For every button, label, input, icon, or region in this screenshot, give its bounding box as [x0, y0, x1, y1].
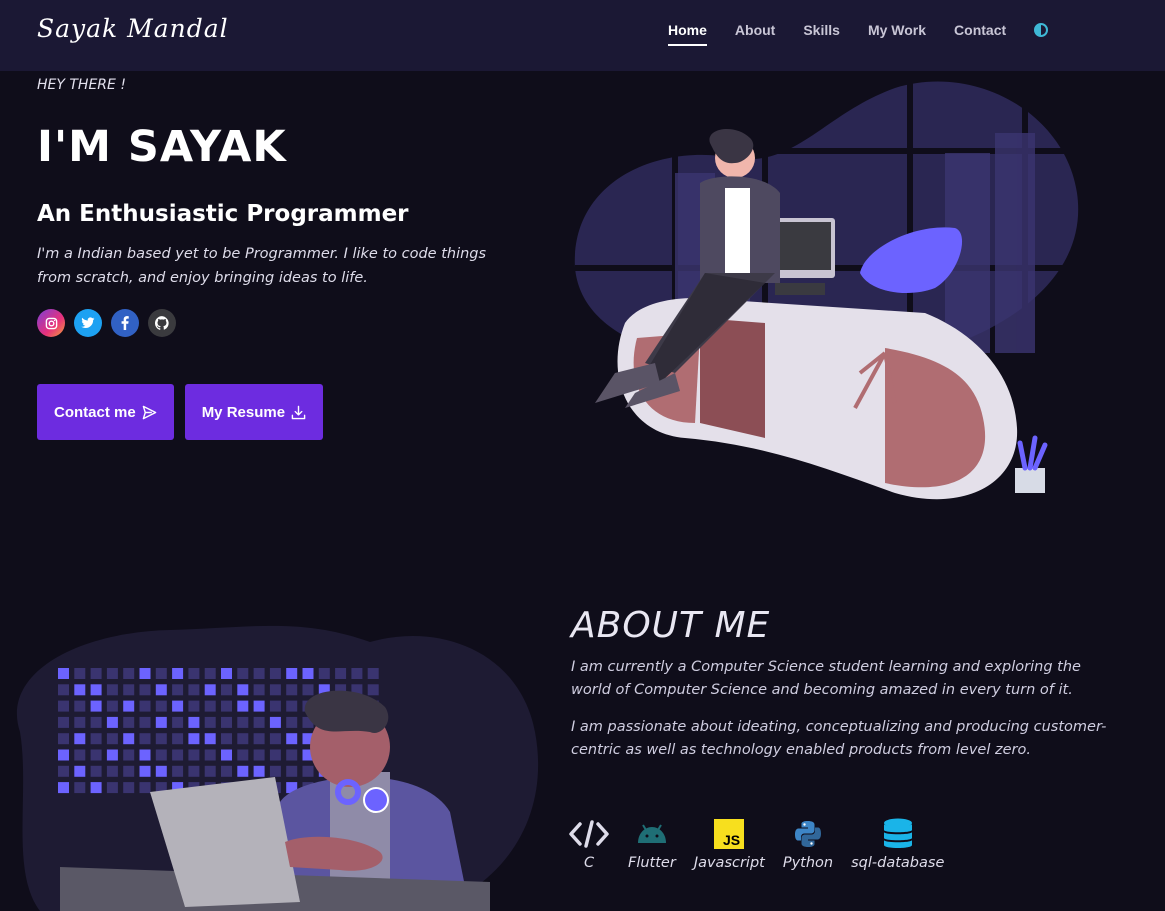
hero-illustration — [574, 73, 1080, 500]
skill-label: Python — [782, 855, 834, 871]
skill-c: C — [568, 818, 610, 871]
hero-buttons: Contact me My Resume — [37, 384, 334, 440]
my-resume-label: My Resume — [201, 403, 286, 421]
contact-me-label: Contact me — [54, 403, 136, 421]
github-icon[interactable] — [148, 309, 176, 337]
about-paragraph-1: I am currently a Computer Science studen… — [571, 659, 1081, 698]
skill-label: Flutter — [628, 855, 676, 871]
database-icon — [883, 818, 913, 850]
facebook-icon[interactable] — [111, 309, 139, 337]
python-icon — [793, 818, 823, 850]
skills-list: C Flutter JS Javascript Python sql-datab… — [568, 818, 962, 871]
hero-description: I'm a Indian based yet to be Programmer.… — [37, 246, 487, 286]
skill-javascript: JS Javascript — [694, 818, 765, 871]
javascript-icon: JS — [714, 818, 745, 850]
nav-my-work[interactable]: My Work — [868, 22, 926, 44]
theme-toggle-icon[interactable] — [1034, 23, 1049, 37]
nav-about[interactable]: About — [735, 22, 775, 44]
skill-flutter: Flutter — [628, 818, 676, 871]
nav-home[interactable]: Home — [668, 22, 707, 46]
twitter-icon[interactable] — [74, 309, 102, 337]
svg-text:JS: JS — [723, 832, 740, 848]
my-resume-button[interactable]: My Resume — [184, 384, 324, 440]
about-title: ABOUT ME — [571, 605, 771, 646]
about-illustration — [16, 625, 539, 911]
skill-label: sql-database — [851, 855, 945, 871]
about-paragraph-2: I am passionate about ideating, conceptu… — [571, 719, 1107, 758]
instagram-icon[interactable] — [37, 309, 65, 337]
nav-contact[interactable]: Contact — [954, 22, 1006, 44]
send-icon — [142, 405, 156, 419]
brand-logo[interactable]: Sayak Mandal — [37, 14, 229, 43]
code-icon — [568, 818, 610, 850]
download-icon — [291, 405, 306, 419]
hero-name: I'M SAYAK — [37, 122, 287, 172]
skill-label: Javascript — [693, 855, 765, 871]
hero-subtitle: An Enthusiastic Programmer — [37, 201, 409, 227]
skill-python: Python — [783, 818, 833, 871]
skill-sql-database: sql-database — [851, 818, 944, 871]
android-icon — [635, 818, 669, 850]
hero-greeting: HEY THERE ! — [37, 77, 126, 93]
navbar: Sayak Mandal Home About Skills My Work C… — [0, 0, 1165, 71]
nav-skills[interactable]: Skills — [803, 22, 840, 44]
skill-label: C — [583, 855, 595, 871]
social-links — [37, 309, 185, 337]
nav-links: Home About Skills My Work Contact — [668, 22, 1049, 46]
contact-me-button[interactable]: Contact me — [37, 384, 174, 440]
